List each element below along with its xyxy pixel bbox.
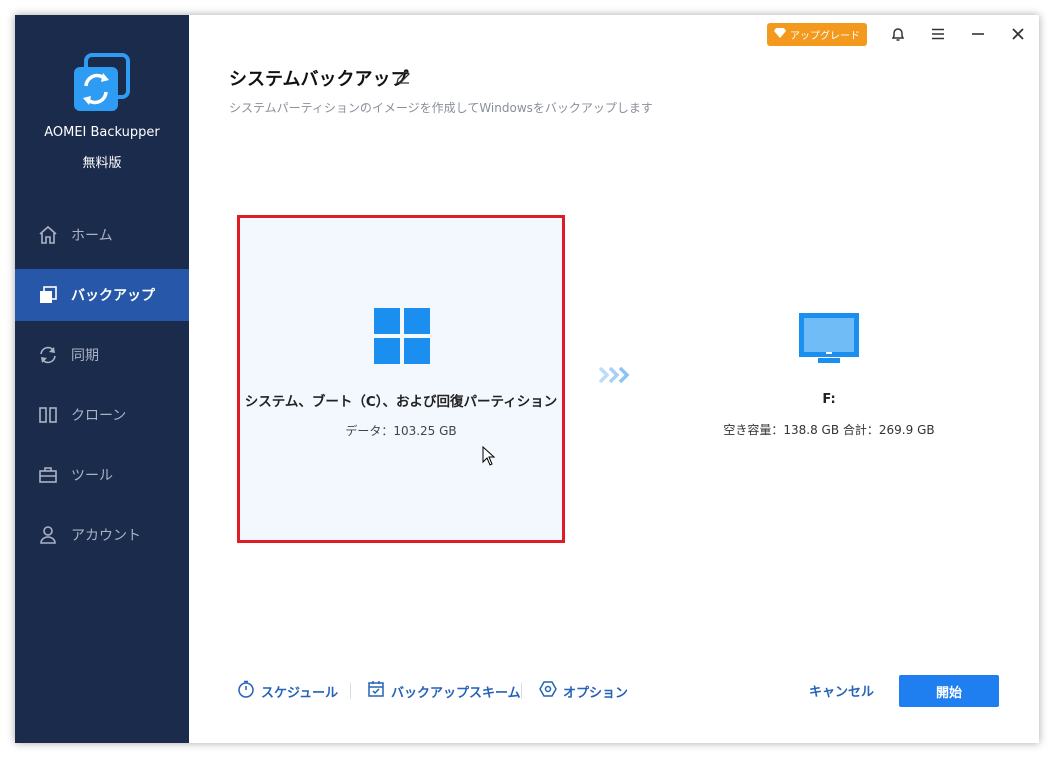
destination-space: 空き容量：138.8 GB 合計：269.9 GB bbox=[723, 423, 935, 437]
menu-icon[interactable] bbox=[929, 25, 947, 43]
sidebar-item-home[interactable]: ホーム bbox=[15, 209, 189, 261]
start-button[interactable]: 開始 bbox=[899, 675, 999, 707]
monitor-icon bbox=[798, 312, 860, 368]
windows-logo-icon bbox=[374, 308, 430, 364]
sidebar: AOMEI Backupper 無料版 ホーム バックアップ 同期 クローン ツ… bbox=[15, 15, 189, 743]
sidebar-item-label: 同期 bbox=[71, 348, 99, 364]
edit-pencil-icon[interactable] bbox=[395, 69, 411, 89]
diamond-icon bbox=[774, 28, 786, 41]
app-edition: 無料版 bbox=[82, 156, 122, 171]
sidebar-item-sync[interactable]: 同期 bbox=[15, 329, 189, 381]
sidebar-item-label: ホーム bbox=[71, 228, 113, 244]
page-title: システムバックアップ bbox=[229, 69, 409, 90]
cancel-button[interactable]: キャンセル bbox=[809, 681, 874, 700]
destination-name: F: bbox=[822, 392, 836, 407]
source-partition-card[interactable]: システム、ブート（C）、および回復パーティション データ：103.25 GB bbox=[237, 215, 565, 543]
mouse-cursor-icon bbox=[482, 445, 496, 470]
app-name: AOMEI Backupper bbox=[44, 125, 160, 140]
clone-icon bbox=[37, 404, 59, 426]
direction-arrows-icon bbox=[598, 366, 632, 388]
account-icon bbox=[37, 524, 59, 546]
options-button[interactable]: オプション bbox=[539, 681, 628, 701]
source-name: システム、ブート（C）、および回復パーティション bbox=[244, 394, 558, 410]
sidebar-item-tools[interactable]: ツール bbox=[15, 449, 189, 501]
upgrade-label: アップグレード bbox=[790, 31, 860, 42]
sidebar-item-account[interactable]: アカウント bbox=[15, 509, 189, 561]
divider bbox=[350, 683, 351, 699]
sidebar-item-label: ツール bbox=[71, 468, 113, 484]
schedule-label: スケジュール bbox=[261, 685, 339, 701]
sidebar-item-clone[interactable]: クローン bbox=[15, 389, 189, 441]
sync-icon bbox=[37, 344, 59, 366]
stopwatch-icon bbox=[237, 680, 255, 702]
sidebar-item-label: バックアップ bbox=[71, 288, 155, 304]
backup-scheme-label: バックアップスキーム bbox=[391, 685, 521, 701]
source-data-size: データ：103.25 GB bbox=[345, 424, 457, 438]
app-window: AOMEI Backupper 無料版 ホーム バックアップ 同期 クローン ツ… bbox=[15, 15, 1039, 743]
home-icon bbox=[37, 224, 59, 246]
options-label: オプション bbox=[563, 685, 629, 701]
upgrade-button[interactable]: アップグレード bbox=[767, 23, 867, 46]
sidebar-item-backup[interactable]: バックアップ bbox=[15, 269, 189, 321]
app-logo-icon bbox=[72, 53, 132, 113]
divider bbox=[521, 683, 522, 699]
minimize-icon[interactable] bbox=[969, 25, 987, 43]
main-panel: アップグレード システムバックアップ システムパーティションのイメージを作成して… bbox=[189, 15, 1039, 743]
backup-icon bbox=[37, 284, 59, 306]
close-icon[interactable] bbox=[1009, 25, 1027, 43]
sidebar-item-label: クローン bbox=[71, 408, 127, 424]
page-subtitle: システムパーティションのイメージを作成してWindowsをバックアップします bbox=[229, 101, 653, 115]
notification-bell-icon[interactable] bbox=[889, 25, 907, 43]
tools-icon bbox=[37, 464, 59, 486]
calendar-icon bbox=[367, 680, 385, 702]
destination-card[interactable]: F: 空き容量：138.8 GB 合計：269.9 GB bbox=[689, 290, 1029, 460]
settings-hexagon-icon bbox=[539, 680, 557, 702]
backup-scheme-button[interactable]: バックアップスキーム bbox=[367, 681, 521, 701]
schedule-button[interactable]: スケジュール bbox=[237, 680, 339, 702]
sidebar-item-label: アカウント bbox=[71, 528, 141, 544]
